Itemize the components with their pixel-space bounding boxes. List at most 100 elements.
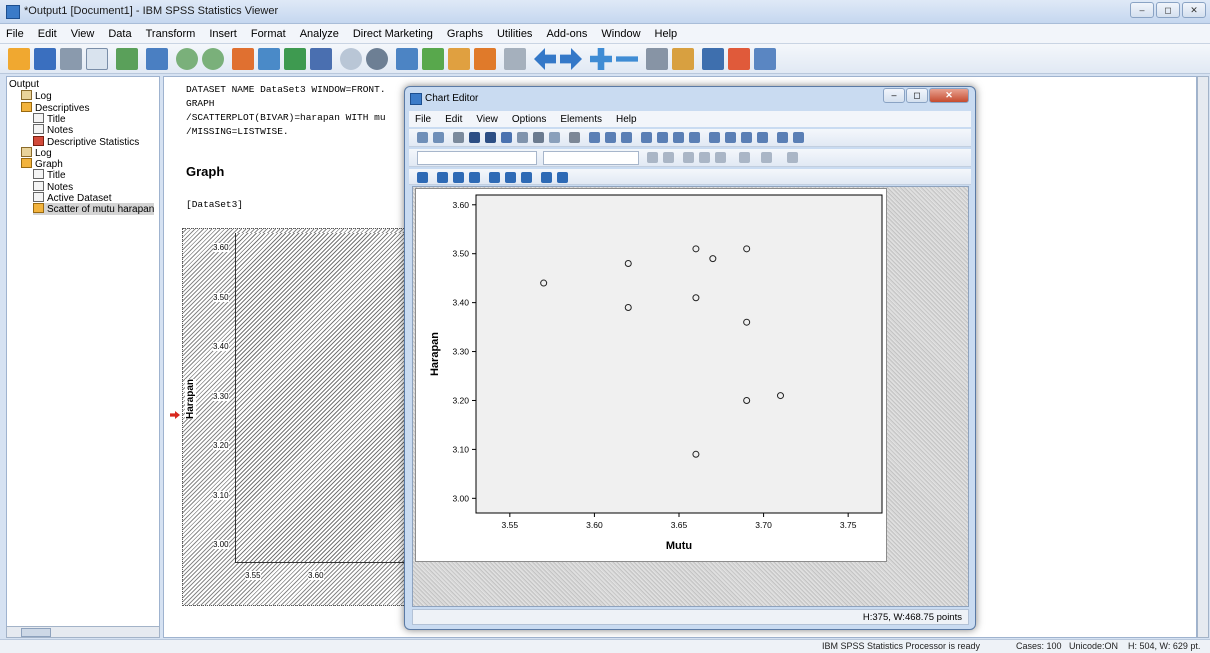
bin-element-icon[interactable]: [777, 132, 788, 143]
add-footnote-icon[interactable]: [689, 132, 700, 143]
properties-icon[interactable]: [453, 132, 464, 143]
rescale-icon[interactable]: [501, 132, 512, 143]
show-error-bars-icon[interactable]: [541, 172, 552, 183]
menu-graphs[interactable]: Graphs: [447, 28, 483, 40]
align-center-icon[interactable]: [699, 152, 710, 163]
ce-menu-options[interactable]: Options: [512, 114, 546, 125]
maximize-button[interactable]: ◻: [1156, 2, 1180, 18]
ce-menu-elements[interactable]: Elements: [560, 114, 602, 125]
ce-maximize-button[interactable]: ◻: [906, 88, 928, 103]
add-reference-icon[interactable]: [505, 172, 516, 183]
chart-panel[interactable]: 3.00 3.10 3.20 3.30 3.40 3.50 3.60 3.55 3.60 3.65…: [415, 188, 887, 562]
outline-item[interactable]: Descriptives: [21, 101, 89, 114]
align-left-icon[interactable]: [683, 152, 694, 163]
explode-slice-icon[interactable]: [557, 172, 568, 183]
add-textbox-icon[interactable]: [673, 132, 684, 143]
ce-close-button[interactable]: ✕: [929, 88, 969, 103]
add-interpolation-line-icon[interactable]: [453, 172, 464, 183]
menu-window[interactable]: Window: [601, 28, 640, 40]
menu-file[interactable]: File: [6, 28, 24, 40]
show-all-variables-icon[interactable]: [474, 48, 496, 70]
weight-cases-icon[interactable]: [366, 48, 388, 70]
add-reference-line-icon[interactable]: [589, 132, 600, 143]
goto-data-icon[interactable]: [232, 48, 254, 70]
use-variable-sets-icon[interactable]: [448, 48, 470, 70]
lasso-icon[interactable]: [549, 132, 560, 143]
undo-icon[interactable]: [417, 132, 428, 143]
menu-edit[interactable]: Edit: [38, 28, 57, 40]
font-family-dropdown[interactable]: [417, 151, 537, 165]
undo-icon[interactable]: [176, 48, 198, 70]
menu-format[interactable]: Format: [251, 28, 286, 40]
save-icon[interactable]: [34, 48, 56, 70]
menu-data[interactable]: Data: [108, 28, 131, 40]
show-legend-icon[interactable]: [741, 132, 752, 143]
insert-text-icon[interactable]: [754, 48, 776, 70]
text-color-icon[interactable]: [739, 152, 750, 163]
add-title-icon[interactable]: [641, 132, 652, 143]
variables-icon[interactable]: [310, 48, 332, 70]
designate-window-icon[interactable]: [504, 48, 526, 70]
add-spike-lines-icon[interactable]: [489, 172, 500, 183]
menu-help[interactable]: Help: [655, 28, 678, 40]
expand-icon[interactable]: [590, 48, 612, 70]
show-grid-lines-icon[interactable]: [709, 132, 720, 143]
ce-menu-edit[interactable]: Edit: [445, 114, 462, 125]
data-id-icon[interactable]: [569, 132, 580, 143]
transpose-icon[interactable]: [533, 132, 544, 143]
select-cases-icon[interactable]: [340, 48, 362, 70]
fill-color-icon[interactable]: [761, 152, 772, 163]
goto-case-icon[interactable]: [258, 48, 280, 70]
hide-icon[interactable]: [672, 48, 694, 70]
outline-item[interactable]: Active Dataset: [33, 192, 111, 204]
show-icon[interactable]: [646, 48, 668, 70]
ce-minimize-button[interactable]: –: [883, 88, 905, 103]
export-icon[interactable]: [116, 48, 138, 70]
outline-item[interactable]: Title: [33, 112, 66, 125]
outline-item[interactable]: Log: [21, 90, 52, 102]
ce-menu-view[interactable]: View: [476, 114, 498, 125]
minimize-button[interactable]: –: [1130, 2, 1154, 18]
menu-analyze[interactable]: Analyze: [300, 28, 339, 40]
outline-item[interactable]: Scatter of mutu harapan: [33, 203, 155, 216]
print-icon[interactable]: [60, 48, 82, 70]
outline-horizontal-scrollbar[interactable]: [6, 626, 160, 638]
insert-heading-icon[interactable]: [702, 48, 724, 70]
menu-direct-marketing[interactable]: Direct Marketing: [353, 28, 433, 40]
outline-item[interactable]: Title: [33, 169, 66, 181]
value-labels-icon[interactable]: [422, 48, 444, 70]
select-x-axis-icon[interactable]: [469, 132, 480, 143]
outline-item[interactable]: Graph: [21, 158, 63, 170]
recall-dialog-icon[interactable]: [146, 48, 168, 70]
outline-item[interactable]: Log: [21, 146, 52, 159]
bold-icon[interactable]: [647, 152, 658, 163]
align-right-icon[interactable]: [715, 152, 726, 163]
print-preview-icon[interactable]: [86, 48, 108, 70]
add-annotation-icon[interactable]: [657, 132, 668, 143]
outline-item[interactable]: Notes: [33, 180, 73, 193]
ce-menu-file[interactable]: File: [415, 114, 431, 125]
demote-arrow-icon[interactable]: [560, 48, 582, 70]
promote-arrow-icon[interactable]: [534, 48, 556, 70]
open-folder-icon[interactable]: [8, 48, 30, 70]
add-fit-line-subgroups-icon[interactable]: [437, 172, 448, 183]
italic-icon[interactable]: [663, 152, 674, 163]
add-fit-line-icon[interactable]: [417, 172, 428, 183]
show-distribution-icon[interactable]: [793, 132, 804, 143]
redo-icon[interactable]: [433, 132, 444, 143]
select-y-axis-icon[interactable]: [485, 132, 496, 143]
goto-variable-icon[interactable]: [284, 48, 306, 70]
menu-insert[interactable]: Insert: [209, 28, 237, 40]
outline-item[interactable]: Notes: [33, 124, 73, 136]
content-vertical-scrollbar[interactable]: [1197, 76, 1209, 638]
menu-transform[interactable]: Transform: [146, 28, 196, 40]
outline-item[interactable]: Descriptive Statistics: [33, 135, 139, 148]
split-file-icon[interactable]: [396, 48, 418, 70]
background-scatter-chart[interactable]: 3.60 3.50 3.40 3.30 3.20 3.10 3.00 3.55 3.60 Har…: [182, 228, 435, 606]
add-reference-line-equation-icon[interactable]: [621, 132, 632, 143]
menu-view[interactable]: View: [71, 28, 95, 40]
show-derived-axis-icon[interactable]: [725, 132, 736, 143]
hide-legend-icon[interactable]: [757, 132, 768, 143]
close-button[interactable]: ✕: [1182, 2, 1206, 18]
menu-utilities[interactable]: Utilities: [497, 28, 532, 40]
